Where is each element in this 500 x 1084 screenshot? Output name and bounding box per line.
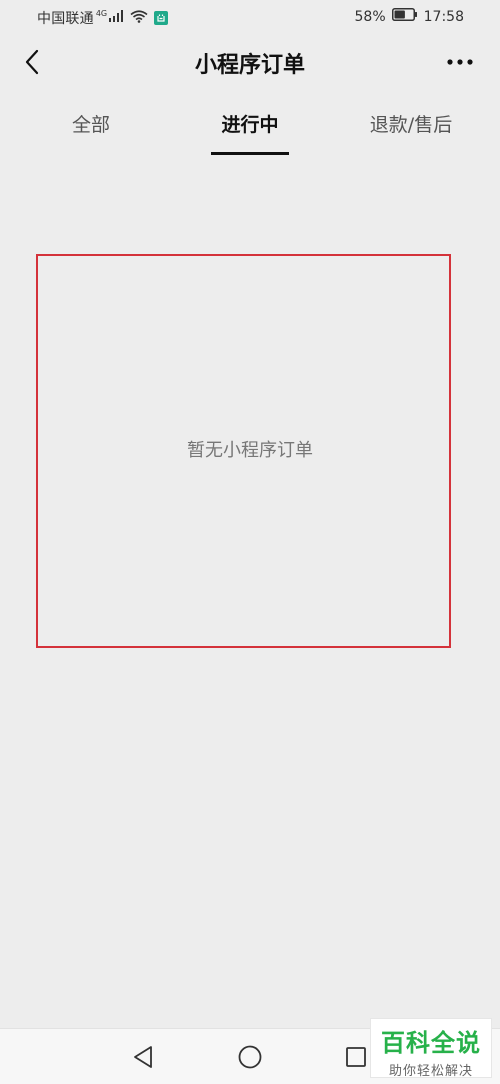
triangle-back-icon bbox=[134, 1046, 152, 1068]
active-tab-indicator bbox=[211, 152, 289, 155]
nav-home-button[interactable] bbox=[236, 1043, 264, 1071]
status-right: 58% 17:58 bbox=[355, 8, 464, 25]
signal-icon bbox=[108, 10, 124, 26]
status-bar: 中国联通 4G 58% 17:58 bbox=[0, 0, 500, 34]
watermark-main-text: 百科全说 bbox=[381, 1029, 481, 1057]
watermark-sub-text: 助你轻松解决 bbox=[388, 1064, 473, 1079]
tab-bar: 全部 进行中 退款/售后 bbox=[0, 100, 500, 158]
tab-all[interactable]: 全部 bbox=[50, 110, 132, 137]
more-dots-icon bbox=[447, 59, 473, 65]
battery-percent: 58% bbox=[354, 8, 386, 25]
tab-ongoing[interactable]: 进行中 bbox=[206, 110, 294, 137]
empty-state-message: 暂无小程序订单 bbox=[187, 440, 313, 461]
wifi-icon bbox=[130, 9, 148, 27]
nav-recent-apps-button[interactable] bbox=[342, 1043, 370, 1071]
page-title: 小程序订单 bbox=[194, 53, 305, 78]
tab-refund-after-sales[interactable]: 退款/售后 bbox=[356, 110, 466, 137]
battery-icon bbox=[391, 8, 418, 25]
network-type: 4G bbox=[95, 8, 108, 18]
app-notification-icon bbox=[154, 11, 169, 25]
title-bar: 小程序订单 bbox=[0, 34, 500, 90]
watermark-logo: 百科全说 助你轻松解决 bbox=[370, 1018, 492, 1079]
square-recent-icon bbox=[346, 1047, 366, 1067]
more-button[interactable] bbox=[444, 50, 476, 74]
circle-home-icon bbox=[238, 1045, 262, 1069]
carrier-name: 中国联通 bbox=[37, 11, 94, 27]
nav-back-button[interactable] bbox=[129, 1043, 157, 1071]
status-left: 中国联通 4G bbox=[37, 8, 169, 28]
clock: 17:58 bbox=[423, 8, 464, 25]
